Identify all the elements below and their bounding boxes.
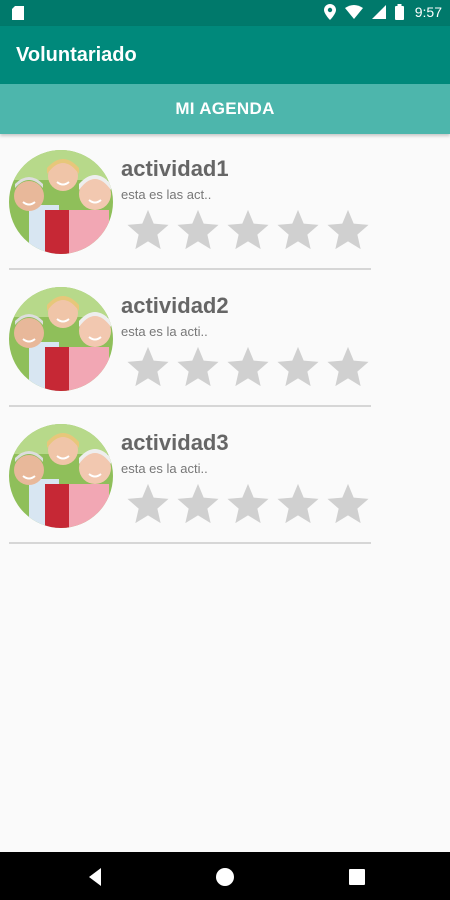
seniors-photo-icon bbox=[9, 424, 113, 528]
star-icon[interactable] bbox=[324, 482, 372, 526]
status-time: 9:57 bbox=[414, 4, 442, 20]
star-icon[interactable] bbox=[224, 345, 272, 389]
tab-label: MI AGENDA bbox=[175, 99, 275, 118]
activity-title: actividad3 bbox=[121, 430, 229, 455]
rating-bar[interactable] bbox=[124, 345, 372, 389]
divider bbox=[9, 542, 371, 544]
avatar bbox=[9, 424, 113, 528]
star-icon[interactable] bbox=[224, 208, 272, 252]
activity-list: actividad1 esta es las act.. actividad2 … bbox=[0, 134, 450, 545]
star-icon[interactable] bbox=[174, 482, 222, 526]
list-item[interactable]: actividad3 esta es la acti.. bbox=[0, 408, 450, 545]
rating-bar[interactable] bbox=[124, 208, 372, 252]
tab-bar: MI AGENDA bbox=[0, 84, 450, 134]
wifi-icon bbox=[344, 5, 363, 19]
app-bar: Voluntariado bbox=[0, 26, 450, 84]
star-icon[interactable] bbox=[124, 482, 172, 526]
rating-bar[interactable] bbox=[124, 482, 372, 526]
app-title: Voluntariado bbox=[16, 44, 137, 66]
divider bbox=[9, 405, 371, 407]
star-icon[interactable] bbox=[174, 345, 222, 389]
divider bbox=[9, 268, 371, 270]
star-icon[interactable] bbox=[274, 345, 322, 389]
list-item[interactable]: actividad1 esta es las act.. bbox=[0, 134, 450, 271]
star-icon[interactable] bbox=[324, 345, 372, 389]
star-icon[interactable] bbox=[274, 482, 322, 526]
seniors-photo-icon bbox=[9, 150, 113, 254]
star-icon[interactable] bbox=[174, 208, 222, 252]
star-icon[interactable] bbox=[124, 345, 172, 389]
location-icon bbox=[323, 4, 336, 20]
activity-title: actividad2 bbox=[121, 293, 229, 318]
star-icon[interactable] bbox=[124, 208, 172, 252]
activity-title: actividad1 bbox=[121, 156, 229, 181]
list-item[interactable]: actividad2 esta es la acti.. bbox=[0, 271, 450, 408]
star-icon[interactable] bbox=[324, 208, 372, 252]
navigation-bar bbox=[0, 852, 450, 900]
battery-icon bbox=[394, 4, 404, 20]
avatar bbox=[9, 287, 113, 391]
recents-icon[interactable] bbox=[346, 866, 368, 888]
cell-signal-icon bbox=[371, 5, 386, 19]
avatar bbox=[9, 150, 113, 254]
status-bar: 9:57 bbox=[0, 0, 450, 26]
activity-description: esta es las act.. bbox=[121, 187, 212, 202]
star-icon[interactable] bbox=[224, 482, 272, 526]
seniors-photo-icon bbox=[9, 287, 113, 391]
star-icon[interactable] bbox=[274, 208, 322, 252]
tab-mi-agenda[interactable]: MI AGENDA bbox=[0, 84, 450, 134]
activity-description: esta es la acti.. bbox=[121, 324, 208, 339]
back-icon[interactable] bbox=[84, 866, 106, 888]
activity-description: esta es la acti.. bbox=[121, 461, 208, 476]
home-icon[interactable] bbox=[214, 866, 236, 888]
sim-card-icon bbox=[12, 6, 24, 20]
